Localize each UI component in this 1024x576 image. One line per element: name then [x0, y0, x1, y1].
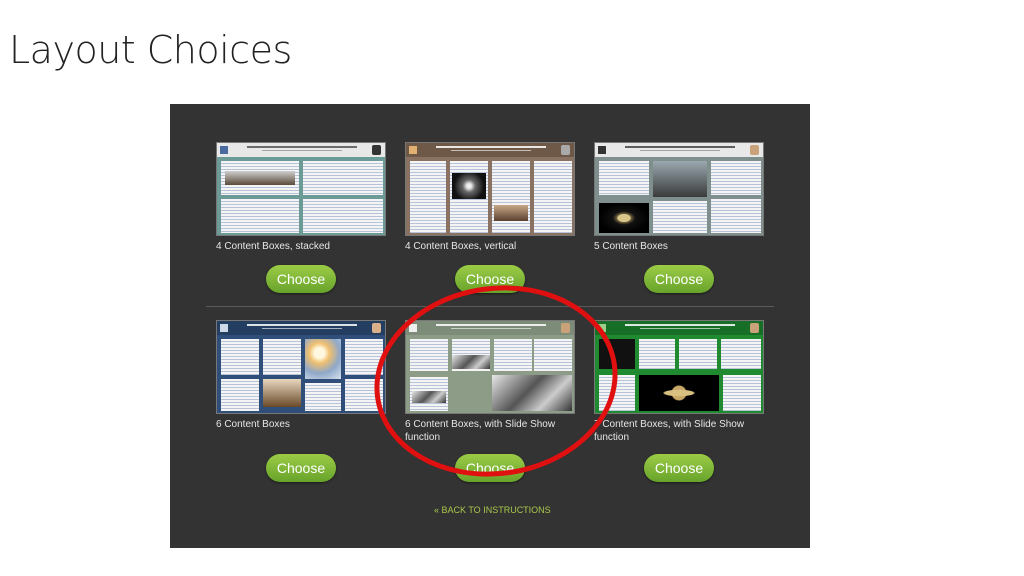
- layout-thumbnail-4-stacked[interactable]: [216, 142, 386, 236]
- slide-title: Layout Choices: [9, 28, 292, 72]
- layout-label: 7 Content Boxes, with Slide Show functio…: [594, 419, 745, 443]
- layout-label: 4 Content Boxes, vertical: [405, 241, 517, 252]
- choose-button[interactable]: Choose: [455, 265, 525, 293]
- layout-card-4-stacked: 4 Content Boxes, stacked Choose: [216, 142, 386, 293]
- layout-card-6-slideshow: 6 Content Boxes, with Slide Show functio…: [405, 320, 575, 482]
- layout-thumbnail-5[interactable]: [594, 142, 764, 236]
- layout-label: 6 Content Boxes: [216, 419, 290, 430]
- choose-button[interactable]: Choose: [266, 265, 336, 293]
- layout-label: 4 Content Boxes, stacked: [216, 241, 330, 252]
- choose-button[interactable]: Choose: [266, 454, 336, 482]
- layout-label: 6 Content Boxes, with Slide Show functio…: [405, 419, 556, 443]
- section-divider: [206, 306, 774, 307]
- layout-card-7-slideshow: 7 Content Boxes, with Slide Show functio…: [594, 320, 764, 482]
- layout-thumbnail-7-slideshow[interactable]: [594, 320, 764, 414]
- layout-card-6: 6 Content Boxes Choose: [216, 320, 386, 482]
- layout-label: 5 Content Boxes: [594, 241, 668, 252]
- layout-thumbnail-6-slideshow[interactable]: [405, 320, 575, 414]
- layout-card-5: 5 Content Boxes Choose: [594, 142, 764, 293]
- choose-button[interactable]: Choose: [644, 265, 714, 293]
- layout-thumbnail-6[interactable]: [216, 320, 386, 414]
- choose-button[interactable]: Choose: [455, 454, 525, 482]
- layout-chooser-screenshot: 4 Content Boxes, stacked Choose 4 Conten…: [170, 104, 810, 548]
- back-to-instructions-link[interactable]: « BACK TO INSTRUCTIONS: [434, 505, 551, 515]
- choose-button[interactable]: Choose: [644, 454, 714, 482]
- layout-card-4-vertical: 4 Content Boxes, vertical Choose: [405, 142, 575, 293]
- layout-thumbnail-4-vertical[interactable]: [405, 142, 575, 236]
